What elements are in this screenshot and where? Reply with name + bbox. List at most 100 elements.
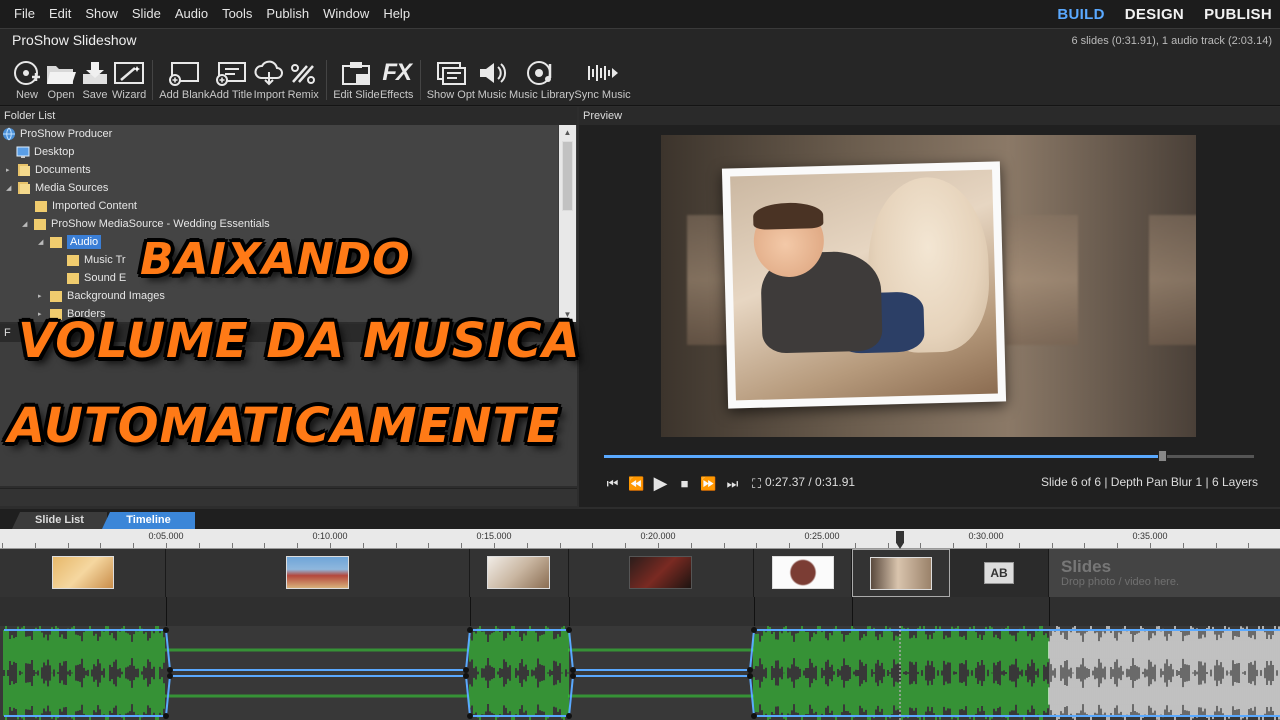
volume-keyframe-node[interactable] — [570, 673, 576, 679]
menu-window[interactable]: Window — [316, 0, 376, 28]
save-button[interactable]: Save — [78, 52, 112, 106]
menu-audio[interactable]: Audio — [168, 0, 215, 28]
play-icon[interactable]: ▶ — [652, 473, 669, 494]
folder-icon — [34, 199, 48, 213]
volume-keyframe-node[interactable] — [463, 667, 469, 673]
folder-tree-scrollbar[interactable]: ▲ ▼ — [559, 125, 576, 322]
edit-slide-button[interactable]: Edit Slide — [333, 52, 380, 106]
volume-keyframe-node[interactable] — [167, 673, 173, 679]
volume-keyframe-node[interactable] — [163, 627, 169, 633]
volume-keyframe-node[interactable] — [566, 627, 572, 633]
timeline-ruler[interactable]: 0:05.000 0:10.000 0:15.000 0:20.000 0:25… — [0, 529, 1280, 549]
add-blank-button[interactable]: Add Blank — [159, 52, 209, 106]
wizard-button[interactable]: Wizard — [112, 52, 146, 106]
slide-drop-area[interactable]: Slides Drop photo / video here. — [1049, 549, 1280, 597]
slide-slot-6-selected[interactable] — [852, 549, 950, 597]
music-library-button[interactable]: Music Library — [509, 52, 574, 106]
rewind-icon[interactable]: ⏪ — [628, 476, 645, 492]
wizard-wand-icon — [112, 58, 146, 88]
volume-keyframe-node[interactable] — [467, 627, 473, 633]
volume-keyframe-node[interactable] — [167, 667, 173, 673]
volume-keyframe-node[interactable] — [751, 627, 757, 633]
volume-keyframe-node[interactable] — [747, 673, 753, 679]
tree-item-wedding-essentials[interactable]: ◢ ProShow MediaSource - Wedding Essentia… — [22, 215, 270, 233]
tree-item-label: Sound E — [84, 272, 127, 284]
transition-track — [0, 597, 1280, 626]
preview-seek-bar[interactable] — [604, 450, 1254, 462]
toolbar: New Open Save Wizard Add Blank Add Title… — [0, 52, 1280, 106]
collapse-arrow-icon[interactable]: ◢ — [6, 184, 14, 192]
globe-icon — [2, 127, 16, 141]
slide-slot-5[interactable] — [754, 549, 852, 597]
remix-button[interactable]: Remix — [286, 52, 320, 106]
stop-icon[interactable]: ■ — [676, 476, 693, 491]
collapse-arrow-icon[interactable]: ◢ — [22, 220, 30, 228]
menu-slide[interactable]: Slide — [125, 0, 168, 28]
ruler-tick — [625, 543, 627, 548]
slide-slot-1[interactable] — [0, 549, 166, 597]
volume-keyframe-node[interactable] — [467, 713, 473, 719]
menu-help[interactable]: Help — [376, 0, 417, 28]
mode-build[interactable]: BUILD — [1057, 6, 1104, 23]
tree-item-proshow-producer[interactable]: ProShow Producer — [2, 125, 112, 143]
sync-music-button[interactable]: Sync Music — [574, 52, 631, 106]
menu-publish[interactable]: Publish — [259, 0, 316, 28]
seek-handle[interactable] — [1157, 450, 1167, 462]
volume-keyframe-node[interactable] — [747, 667, 753, 673]
slide-slot-3[interactable] — [470, 549, 569, 597]
tree-item-imported-content[interactable]: Imported Content — [34, 197, 137, 215]
volume-keyframe-node[interactable] — [566, 713, 572, 719]
add-blank-icon — [167, 58, 201, 88]
mode-publish[interactable]: PUBLISH — [1204, 6, 1272, 23]
volume-keyframe-node[interactable] — [751, 713, 757, 719]
remix-label: Remix — [287, 89, 319, 101]
mode-design[interactable]: DESIGN — [1125, 6, 1184, 23]
menu-edit[interactable]: Edit — [42, 0, 78, 28]
show-opt-button[interactable]: Show Opt — [427, 52, 475, 106]
menu-file[interactable]: File — [0, 0, 42, 28]
menu-tools[interactable]: Tools — [215, 0, 259, 28]
music-button[interactable]: Music — [475, 52, 509, 106]
tree-item-desktop[interactable]: Desktop — [16, 143, 74, 161]
collapse-arrow-icon[interactable]: ◢ — [38, 238, 46, 246]
effects-button[interactable]: FX Effects — [380, 52, 414, 106]
tree-item-audio[interactable]: ◢ Audio — [38, 233, 102, 251]
tree-item-music-tracks[interactable]: Music Tr — [66, 251, 126, 269]
import-button[interactable]: Import — [252, 52, 286, 106]
scroll-up-icon[interactable]: ▲ — [559, 125, 576, 140]
volume-keyframe-node[interactable] — [163, 713, 169, 719]
volume-keyframe-node[interactable] — [570, 667, 576, 673]
tree-item-documents[interactable]: ▸ Documents — [6, 161, 91, 179]
open-button[interactable]: Open — [44, 52, 78, 106]
tab-timeline[interactable]: Timeline — [102, 512, 195, 529]
skip-start-icon[interactable]: ⏮ — [604, 476, 621, 492]
proshow-window: File Edit Show Slide Audio Tools Publish… — [0, 0, 1280, 720]
title-slide-slot[interactable]: AB — [950, 549, 1049, 597]
new-button[interactable]: New — [10, 52, 44, 106]
expand-arrow-icon[interactable]: ▸ — [38, 292, 46, 300]
blurred-photo-layer — [1006, 215, 1078, 345]
volume-keyframe-node[interactable] — [463, 673, 469, 679]
fullscreen-icon[interactable]: ⛶ — [748, 476, 765, 492]
ruler-tick — [2, 543, 3, 548]
preview-panel: Preview ⏮ ⏪ ▶ ■ ⏩ ⏭ ⛶ 0:27.37 / 0:31.91 … — [579, 107, 1280, 507]
scrollbar-thumb[interactable] — [562, 141, 573, 211]
slide-slot-2[interactable] — [166, 549, 470, 597]
add-title-button[interactable]: Add Title — [209, 52, 252, 106]
tree-item-media-sources[interactable]: ◢ Media Sources — [6, 179, 108, 197]
tree-item-sound-effects[interactable]: Sound E — [66, 269, 126, 287]
drop-area-title: Slides — [1061, 557, 1112, 576]
skip-end-icon[interactable]: ⏭ — [724, 476, 741, 492]
slide-boundary — [754, 597, 755, 626]
tree-item-background-images[interactable]: ▸ Background Images — [38, 287, 165, 305]
fast-forward-icon[interactable]: ⏩ — [700, 476, 717, 492]
effects-label: Effects — [379, 89, 414, 101]
slide-slot-4[interactable] — [569, 549, 754, 597]
preview-stage[interactable] — [661, 135, 1196, 437]
ruler-tick — [658, 543, 659, 548]
menu-show[interactable]: Show — [78, 0, 125, 28]
expand-arrow-icon[interactable]: ▸ — [6, 166, 14, 174]
ruler-tick — [526, 543, 528, 548]
audio-track[interactable] — [0, 626, 1280, 720]
tab-slide-list[interactable]: Slide List — [12, 512, 107, 529]
